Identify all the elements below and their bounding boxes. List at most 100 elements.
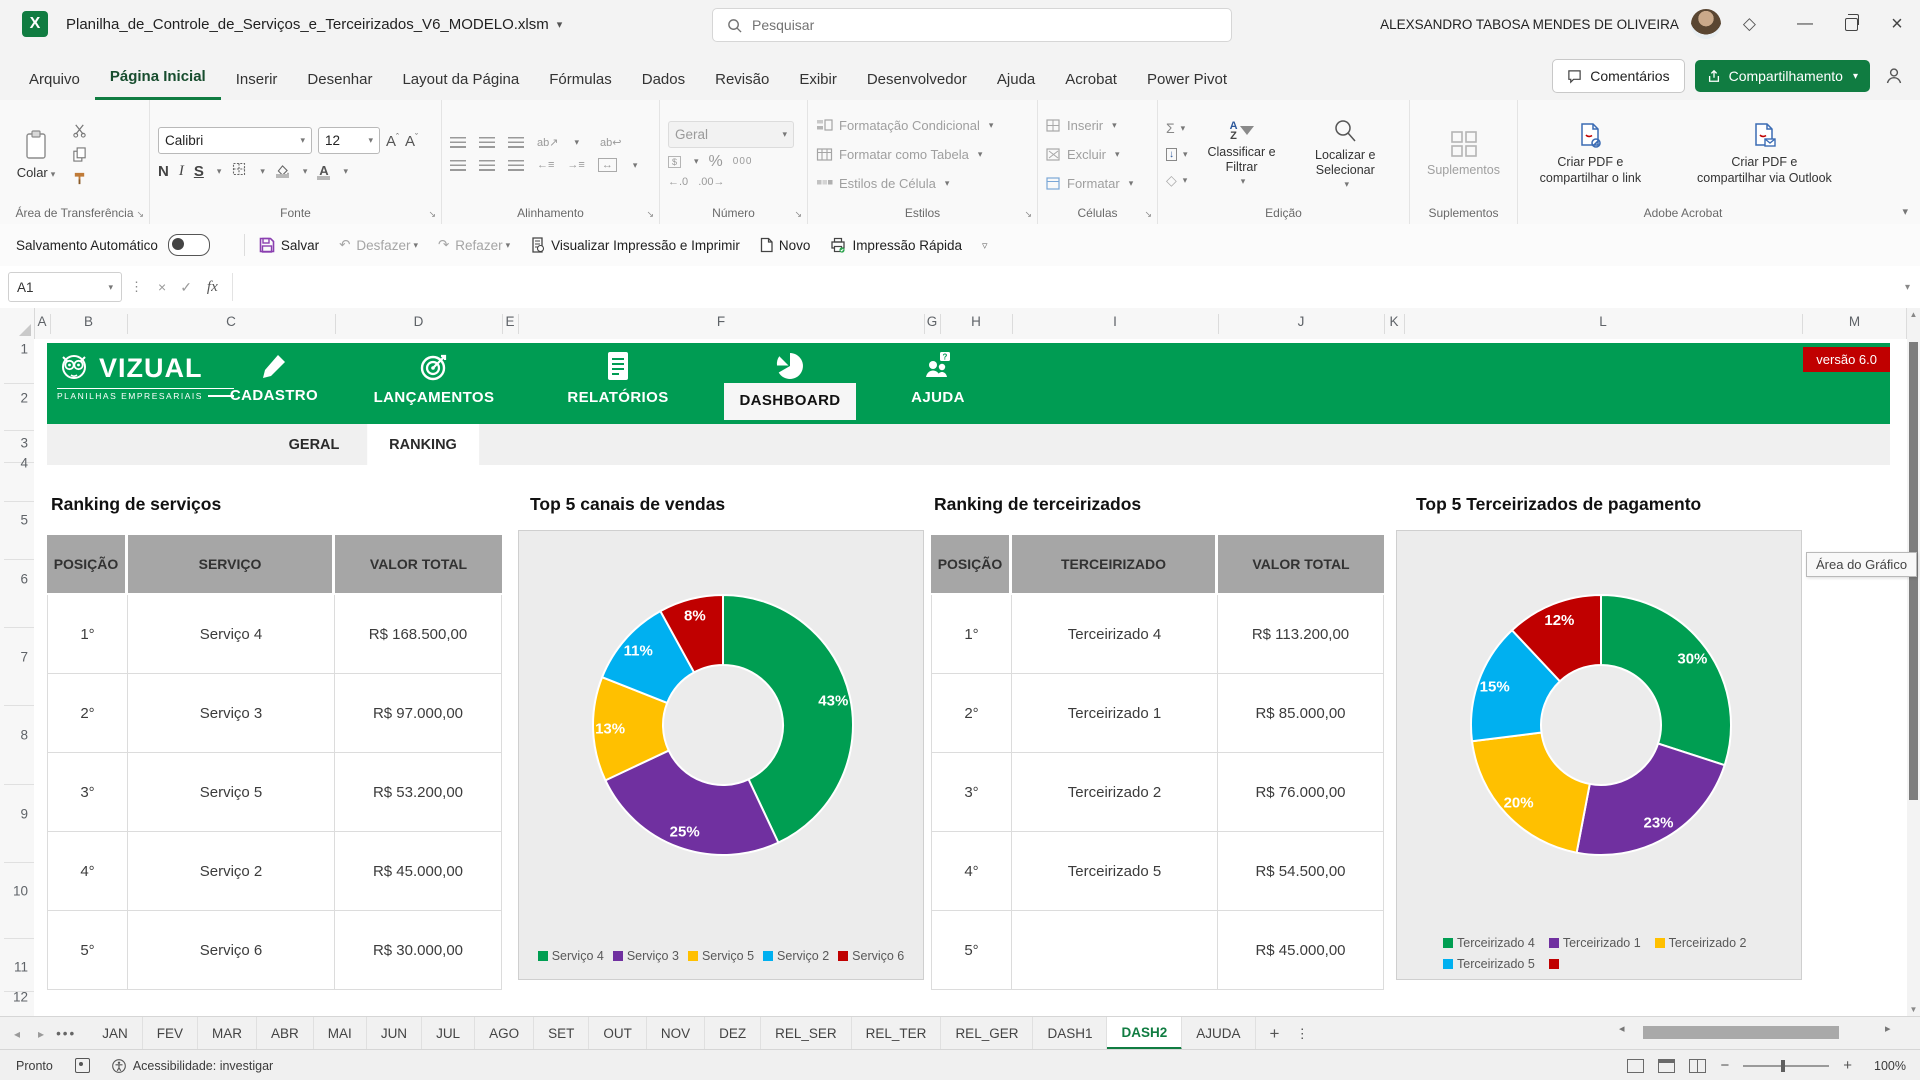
row-header-3[interactable]: 3 — [20, 436, 28, 451]
column-header-g[interactable]: G — [927, 314, 938, 329]
page-layout-view-button[interactable] — [1658, 1059, 1675, 1073]
sheet-tab-nov[interactable]: NOV — [647, 1017, 705, 1050]
table-cell[interactable]: R$ 97.000,00 — [335, 674, 502, 753]
column-header-i[interactable]: I — [1113, 314, 1117, 329]
donut-slice-terceirizado-2[interactable] — [1472, 733, 1590, 853]
column-header-b[interactable]: B — [84, 314, 93, 329]
restore-button[interactable] — [1828, 0, 1874, 48]
align-top-icon[interactable] — [450, 137, 466, 148]
paste-button[interactable]: Colar▾ — [8, 106, 64, 202]
ribbon-tab-layout-da-p-gina[interactable]: Layout da Página — [387, 62, 534, 100]
align-left-icon[interactable] — [450, 160, 466, 171]
new-file-button[interactable]: Novo — [760, 237, 811, 253]
find-select-button[interactable]: Localizar e Selecionar▾ — [1290, 106, 1401, 202]
nav-cadastro[interactable]: CADASTRO — [189, 350, 359, 404]
table-cell[interactable]: R$ 113.200,00 — [1218, 595, 1384, 674]
decrease-decimal-icon[interactable]: .00→ — [698, 176, 724, 188]
format-painter-button[interactable] — [72, 166, 87, 190]
ribbon-tab-revis-o[interactable]: Revisão — [700, 62, 784, 100]
zoom-out-button[interactable]: − — [1720, 1057, 1729, 1074]
column-header-j[interactable]: J — [1298, 314, 1305, 329]
table-cell[interactable]: 5° — [47, 911, 128, 990]
table-cell[interactable]: Terceirizado 1 — [1012, 674, 1218, 753]
user-avatar[interactable] — [1691, 9, 1721, 39]
align-right-icon[interactable] — [508, 160, 524, 171]
sheet-tab-mar[interactable]: MAR — [198, 1017, 257, 1050]
column-header-d[interactable]: D — [414, 314, 424, 329]
search-input[interactable]: Pesquisar — [712, 8, 1232, 42]
ribbon-tab-desenhar[interactable]: Desenhar — [292, 62, 387, 100]
sheet-tab-abr[interactable]: ABR — [257, 1017, 314, 1050]
cancel-formula-icon[interactable]: × — [158, 279, 166, 295]
tab-ranking[interactable]: RANKING — [367, 424, 479, 465]
row-header-4[interactable]: 4 — [20, 456, 28, 471]
sheet-tab-set[interactable]: SET — [534, 1017, 589, 1050]
dialog-launcher-icon[interactable]: ↘ — [794, 209, 802, 220]
sheet-tab-jul[interactable]: JUL — [422, 1017, 475, 1050]
table-cell[interactable]: 4° — [47, 832, 128, 911]
conditional-formatting-button[interactable]: Formatação Condicional▾ — [816, 113, 993, 137]
insert-cells-button[interactable]: Inserir▾ — [1046, 113, 1133, 137]
table-cell[interactable]: Serviço 6 — [128, 911, 335, 990]
align-middle-icon[interactable] — [479, 137, 495, 148]
macro-record-icon[interactable] — [75, 1058, 90, 1073]
sheet-tab-rel-ser[interactable]: REL_SER — [761, 1017, 852, 1050]
fill-button[interactable]: ↓▾ — [1166, 143, 1188, 165]
donut-slice-terceirizado-4[interactable] — [1601, 595, 1731, 765]
table-cell[interactable]: R$ 76.000,00 — [1218, 753, 1384, 832]
close-button[interactable]: × — [1874, 0, 1920, 48]
row-header-7[interactable]: 7 — [20, 650, 28, 665]
print-preview-button[interactable]: Visualizar Impressão e Imprimir — [530, 237, 740, 253]
ribbon-tab-arquivo[interactable]: Arquivo — [14, 62, 95, 100]
row-header-10[interactable]: 10 — [13, 884, 28, 899]
increase-decimal-icon[interactable]: ←.0 — [668, 176, 688, 188]
column-header-k[interactable]: K — [1389, 314, 1398, 329]
redo-button[interactable]: ↷ Refazer▾ — [438, 237, 510, 253]
ribbon-tab-exibir[interactable]: Exibir — [784, 62, 852, 100]
sheet-tab-rel-ter[interactable]: REL_TER — [852, 1017, 942, 1050]
ribbon-tab-f-rmulas[interactable]: Fórmulas — [534, 62, 627, 100]
ribbon-tab-desenvolvedor[interactable]: Desenvolvedor — [852, 62, 982, 100]
row-header-12[interactable]: 12 — [13, 990, 28, 1005]
underline-button[interactable]: S — [194, 163, 204, 180]
dialog-launcher-icon[interactable]: ↘ — [646, 209, 654, 220]
new-sheet-button[interactable]: + — [1270, 1017, 1280, 1050]
sheet-tab-jan[interactable]: JAN — [88, 1017, 143, 1050]
tab-geral[interactable]: GERAL — [267, 424, 362, 465]
file-name-chevron-icon[interactable]: ▾ — [557, 18, 563, 31]
premium-diamond-icon[interactable]: ◇ — [1743, 14, 1756, 34]
clear-button[interactable]: ◇▾ — [1166, 169, 1188, 191]
dialog-launcher-icon[interactable]: ↘ — [1144, 209, 1152, 220]
scroll-up-icon[interactable]: ▲ — [1907, 310, 1920, 319]
normal-view-button[interactable] — [1627, 1059, 1644, 1073]
font-name-select[interactable]: Calibri▾ — [158, 127, 312, 154]
row-header-11[interactable]: 11 — [14, 960, 28, 975]
legend-item-slice-4[interactable] — [1549, 957, 1563, 971]
comments-button[interactable]: Comentários — [1552, 59, 1684, 93]
legend-item-servi-o-2[interactable]: Serviço 2 — [763, 949, 829, 963]
zoom-in-button[interactable]: + — [1843, 1057, 1852, 1074]
autosave-toggle[interactable]: Salvamento Automático — [16, 234, 210, 256]
undo-button[interactable]: ↶ Desfazer▾ — [339, 237, 418, 253]
decrease-font-icon[interactable]: Aˇ — [405, 132, 418, 150]
table-cell[interactable] — [1012, 911, 1218, 990]
horizontal-scroll-thumb[interactable] — [1643, 1026, 1839, 1039]
quick-print-button[interactable]: Impressão Rápida — [830, 237, 962, 253]
column-header-a[interactable]: A — [37, 314, 46, 329]
nav-ajuda[interactable]: ? AJUDA — [853, 350, 1023, 406]
file-name[interactable]: Planilha_de_Controle_de_Serviços_e_Terce… — [66, 16, 549, 33]
sheet-options-icon[interactable]: ⋮ — [1295, 1017, 1309, 1050]
legend-item-terceirizado-5[interactable]: Terceirizado 5 — [1443, 957, 1535, 971]
sheet-tab-dash1[interactable]: DASH1 — [1033, 1017, 1107, 1050]
name-box[interactable]: A1▾ — [8, 272, 122, 302]
sheet-tab-jun[interactable]: JUN — [367, 1017, 422, 1050]
table-cell[interactable]: R$ 53.200,00 — [335, 753, 502, 832]
table-cell[interactable]: R$ 45.000,00 — [1218, 911, 1384, 990]
format-cells-button[interactable]: Formatar▾ — [1046, 171, 1133, 195]
sheet-tab-dash2[interactable]: DASH2 — [1107, 1017, 1182, 1050]
legend-item-terceirizado-4[interactable]: Terceirizado 4 — [1443, 936, 1535, 950]
dialog-launcher-icon[interactable]: ↘ — [1024, 209, 1032, 220]
format-as-table-button[interactable]: Formatar como Tabela▾ — [816, 142, 993, 166]
sales-chart-area[interactable]: 43%25%13%11%8% Serviço 4Serviço 3Serviço… — [518, 530, 924, 980]
horizontal-scrollbar[interactable] — [1641, 1023, 1861, 1042]
